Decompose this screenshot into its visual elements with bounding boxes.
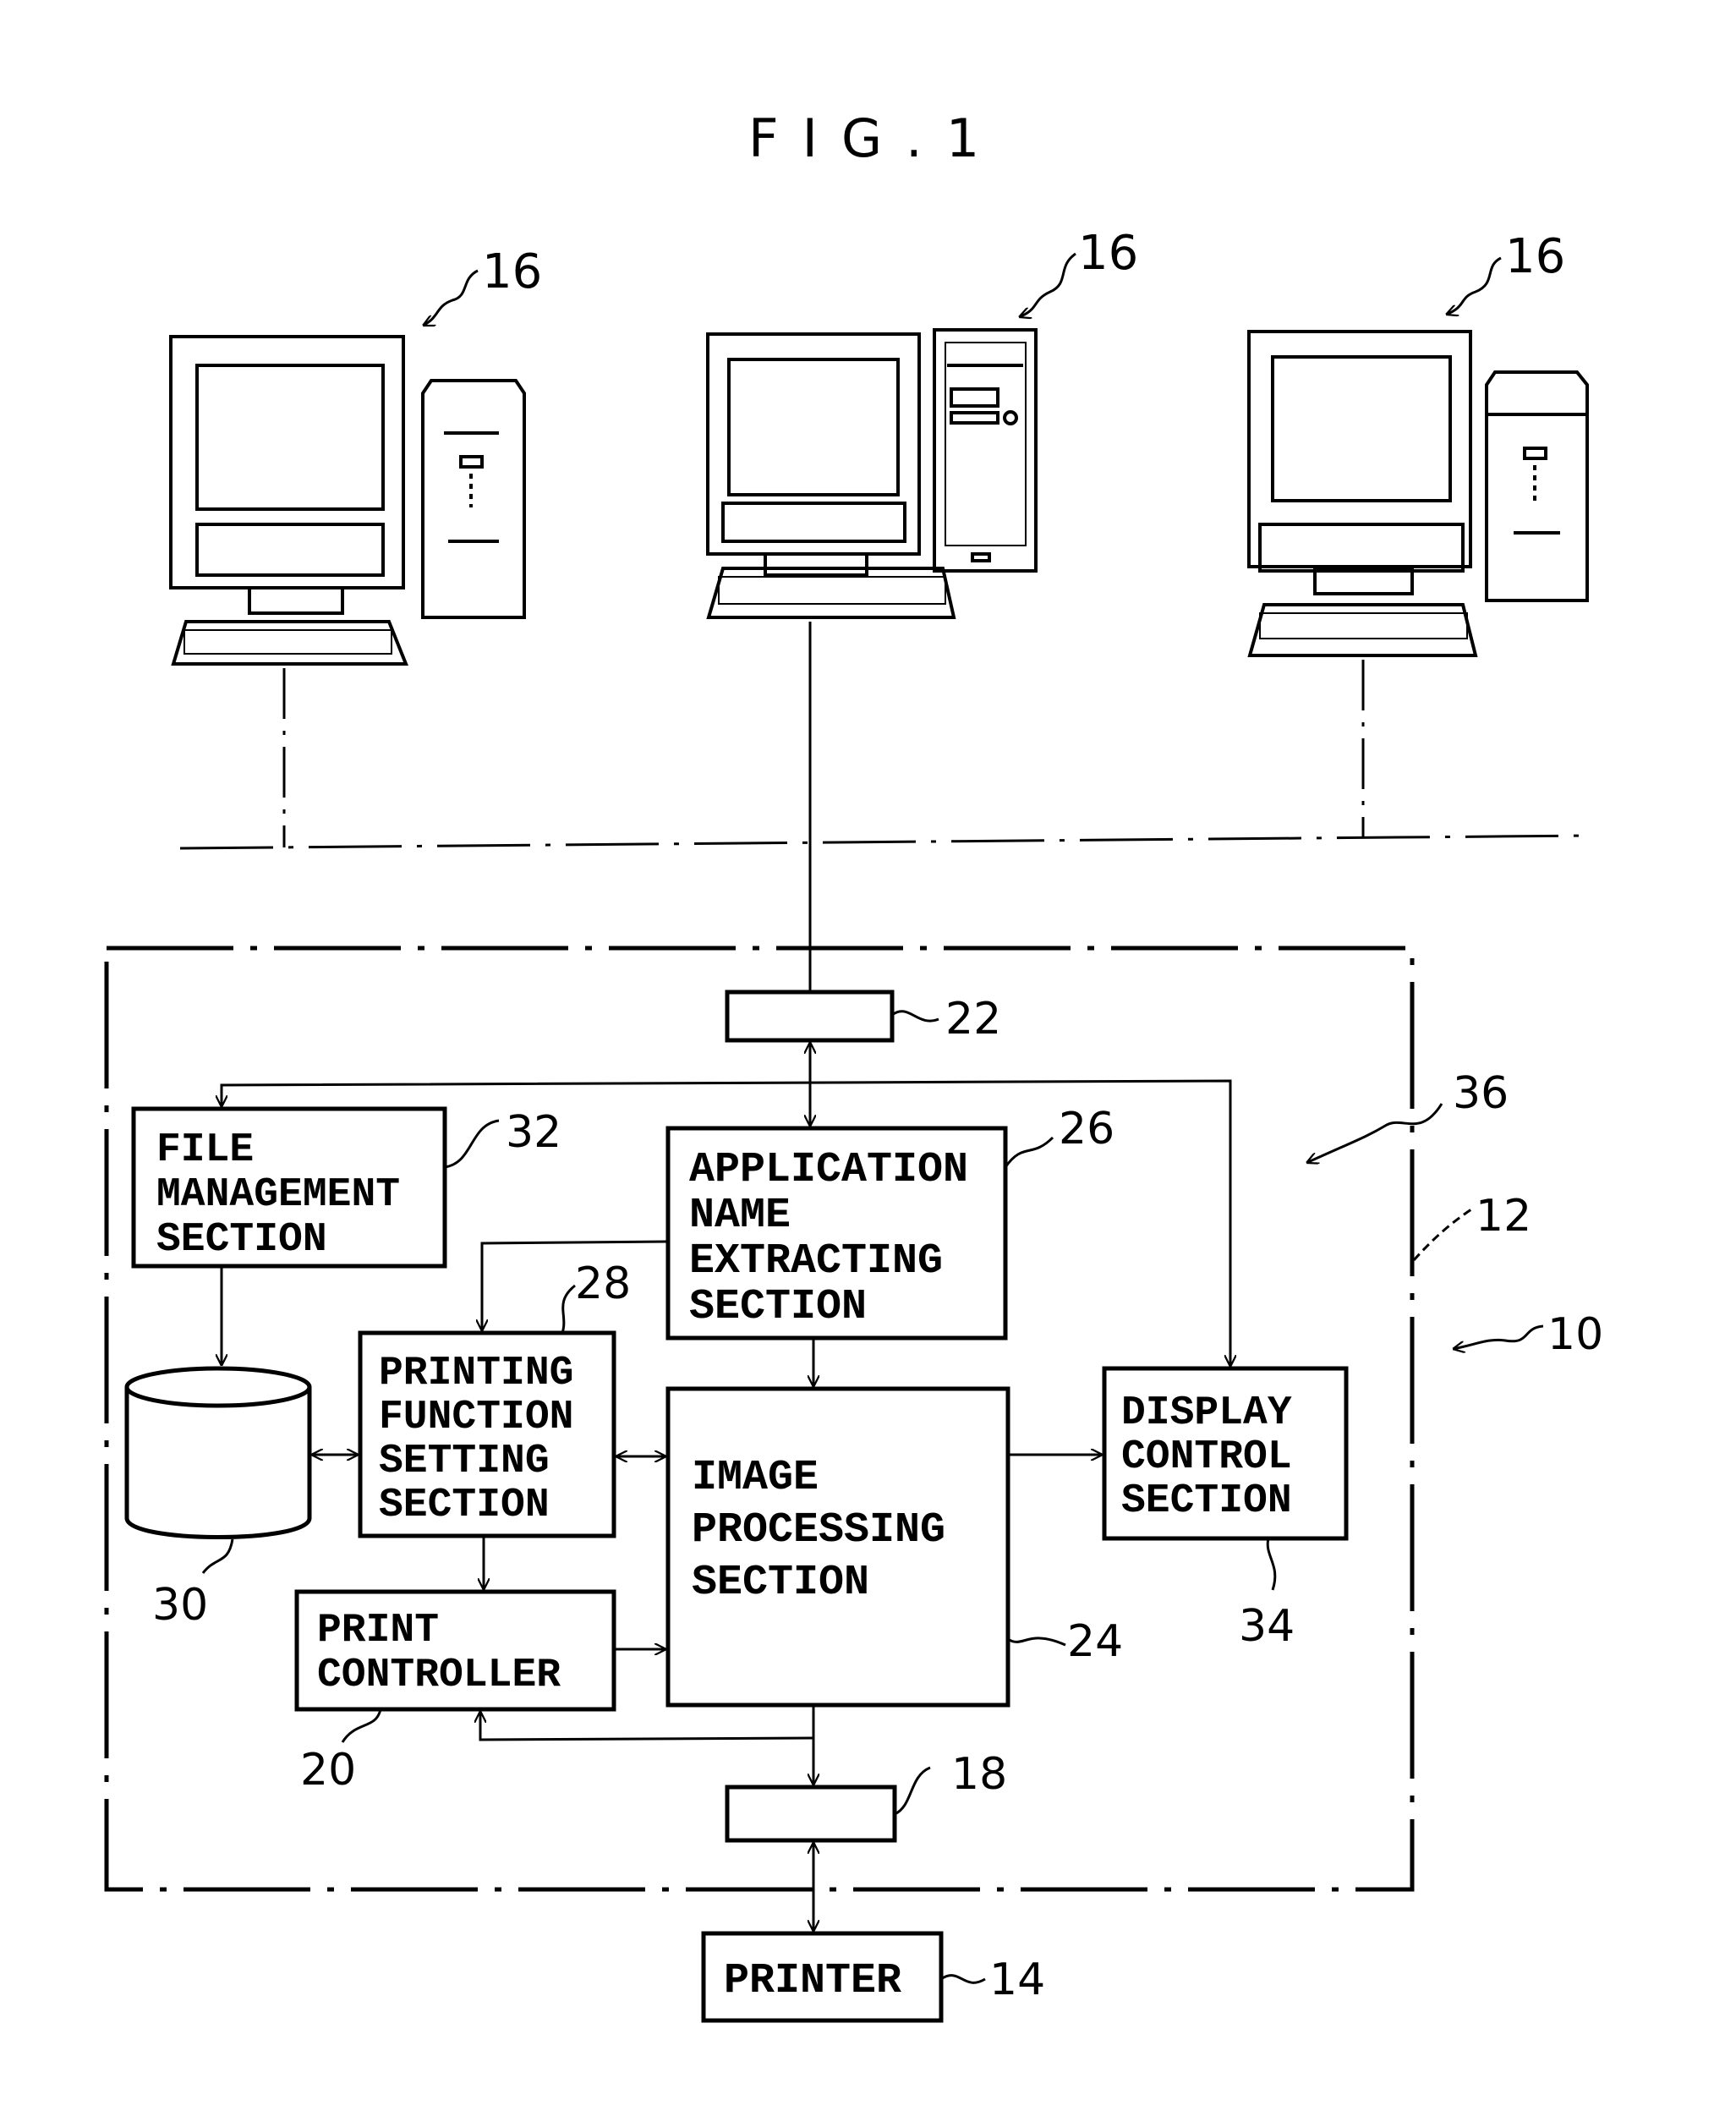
- print-controller: PRINT CONTROLLER: [294, 1589, 616, 1712]
- ref-14: 14: [940, 1955, 1045, 2005]
- svg-text:FILE: FILE: [156, 1127, 254, 1173]
- svg-text:CONTROL: CONTROL: [1121, 1434, 1292, 1480]
- svg-text:PRINT: PRINT: [317, 1608, 439, 1653]
- svg-text:32: 32: [506, 1107, 561, 1158]
- svg-text:PROCESSING: PROCESSING: [692, 1506, 945, 1554]
- svg-text:SETTING: SETTING: [379, 1439, 550, 1484]
- ref-12: 12: [1412, 1191, 1531, 1262]
- tower-icon: [933, 328, 1038, 573]
- keyboard-icon: [1247, 603, 1478, 657]
- svg-text:SECTION: SECTION: [1121, 1478, 1292, 1524]
- svg-text:14: 14: [989, 1955, 1045, 2005]
- interface-18-box: [725, 1785, 897, 1843]
- svg-text:SECTION: SECTION: [379, 1483, 550, 1528]
- svg-text:16: 16: [1505, 229, 1565, 284]
- network-bus: [179, 622, 1590, 992]
- ref-26: 26: [1004, 1104, 1114, 1168]
- svg-text:16: 16: [1078, 226, 1138, 281]
- patent-figure: FIG.1 16 16 16 22 FILE MANAGEMENT SECTIO…: [0, 0, 1736, 2111]
- keyboard-icon: [171, 620, 408, 666]
- svg-text:PRINTING: PRINTING: [379, 1351, 573, 1396]
- ref-16-c: 16: [1446, 229, 1565, 315]
- display-control-section: DISPLAY CONTROL SECTION: [1102, 1366, 1349, 1541]
- ref-22: 22: [891, 994, 1001, 1045]
- svg-text:12: 12: [1476, 1191, 1531, 1242]
- svg-text:18: 18: [951, 1749, 1007, 1800]
- ref-16-a: 16: [423, 244, 542, 327]
- svg-text:36: 36: [1453, 1068, 1509, 1119]
- svg-text:FUNCTION: FUNCTION: [379, 1395, 573, 1440]
- image-processing-section: IMAGE PROCESSING SECTION: [665, 1386, 1010, 1708]
- tower-icon: [421, 379, 526, 619]
- svg-text:10: 10: [1547, 1309, 1603, 1360]
- svg-text:22: 22: [945, 994, 1001, 1045]
- ref-30: 30: [152, 1538, 234, 1631]
- printing-function-setting-section: PRINTING FUNCTION SETTING SECTION: [358, 1330, 616, 1538]
- monitor-icon: [169, 335, 405, 615]
- ref-36: 36: [1306, 1068, 1509, 1163]
- svg-text:28: 28: [575, 1258, 631, 1309]
- svg-text:SECTION: SECTION: [689, 1283, 867, 1331]
- svg-text:MANAGEMENT: MANAGEMENT: [156, 1172, 400, 1218]
- svg-text:SECTION: SECTION: [692, 1559, 869, 1607]
- application-name-extracting-section: APPLICATION NAME EXTRACTING SECTION: [665, 1126, 1008, 1341]
- ref-20: 20: [300, 1708, 382, 1796]
- ref-10: 10: [1453, 1309, 1603, 1360]
- ref-28: 28: [561, 1258, 631, 1334]
- ref-16-b: 16: [1019, 226, 1138, 317]
- svg-text:30: 30: [152, 1580, 208, 1631]
- svg-text:IMAGE: IMAGE: [692, 1454, 819, 1502]
- svg-text:26: 26: [1059, 1104, 1114, 1154]
- svg-text:CONTROLLER: CONTROLLER: [317, 1653, 561, 1698]
- svg-text:PRINTER: PRINTER: [724, 1957, 901, 2005]
- svg-text:16: 16: [482, 244, 542, 299]
- ref-34: 34: [1239, 1538, 1295, 1652]
- svg-text:34: 34: [1239, 1601, 1295, 1652]
- svg-text:DISPLAY: DISPLAY: [1121, 1390, 1292, 1436]
- svg-text:APPLICATION: APPLICATION: [689, 1146, 968, 1194]
- computer-2: [706, 328, 1038, 619]
- ref-32: 32: [444, 1107, 561, 1169]
- tower-icon: [1485, 370, 1589, 602]
- svg-text:SECTION: SECTION: [156, 1217, 327, 1263]
- database-icon: [124, 1366, 312, 1539]
- computer-3: [1247, 330, 1589, 657]
- monitor-icon: [1247, 330, 1472, 595]
- interface-22-box: [725, 990, 895, 1043]
- printer: PRINTER: [701, 1931, 944, 2023]
- svg-text:20: 20: [300, 1745, 356, 1796]
- svg-text:24: 24: [1067, 1616, 1123, 1667]
- figure-title: FIG.1: [748, 107, 1003, 169]
- ref-18: 18: [894, 1749, 1007, 1816]
- svg-text:NAME: NAME: [689, 1192, 791, 1240]
- svg-text:EXTRACTING: EXTRACTING: [689, 1237, 943, 1286]
- ref-24: 24: [1007, 1616, 1123, 1667]
- computer-1: [169, 335, 526, 666]
- monitor-icon: [706, 332, 921, 577]
- diagram-svg: FIG.1 16 16 16 22 FILE MANAGEMENT SECTIO…: [104, 107, 1603, 2023]
- file-management-section: FILE MANAGEMENT SECTION: [131, 1106, 447, 1269]
- link-feedback-printctrl: [480, 1711, 814, 1741]
